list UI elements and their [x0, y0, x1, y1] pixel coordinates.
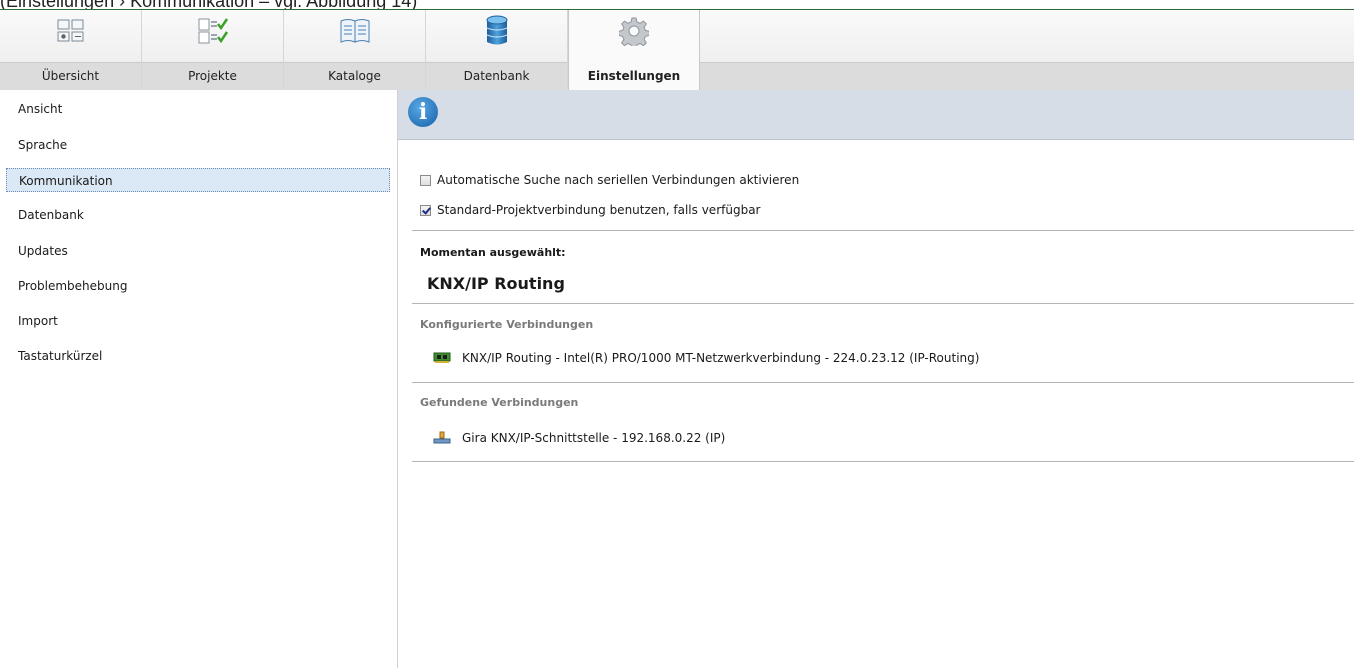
tab-label: Kataloge — [328, 69, 381, 83]
current-connection-value: KNX/IP Routing — [427, 274, 565, 293]
main-toolbar: Übersicht Projekte Kataloge Datenbank Ei… — [0, 10, 1354, 91]
option-label: Standard-Projektverbindung benutzen, fal… — [437, 203, 761, 217]
option-label: Automatische Suche nach seriellen Verbin… — [437, 173, 800, 187]
configured-connection-item[interactable]: KNX/IP Routing - Intel(R) PRO/1000 MT-Ne… — [432, 348, 979, 368]
divider — [412, 461, 1354, 462]
connection-label: Gira KNX/IP-Schnittstelle - 192.168.0.22… — [462, 431, 726, 445]
gear-icon — [619, 17, 649, 46]
found-connection-item[interactable]: Gira KNX/IP-Schnittstelle - 192.168.0.22… — [432, 428, 725, 448]
overview-icon — [57, 19, 83, 42]
tab-uebersicht[interactable]: Übersicht — [0, 10, 142, 90]
catalog-book-icon — [340, 19, 369, 43]
caption-text: (Einstellungen › Kommunikation – vgl. Ab… — [0, 0, 417, 9]
sidebar-item-ansicht[interactable]: Ansicht — [6, 97, 390, 121]
checkbox-default-project-connection[interactable] — [420, 204, 431, 216]
current-connection-heading: Momentan ausgewählt: — [420, 246, 566, 259]
tab-einstellungen[interactable]: Einstellungen — [568, 10, 700, 91]
divider — [412, 382, 1354, 383]
configured-connections-title: Konfigurierte Verbindungen — [420, 318, 594, 331]
settings-sidebar: Ansicht Sprache Kommunikation Datenbank … — [0, 90, 398, 668]
sidebar-item-kommunikation[interactable]: Kommunikation — [6, 168, 390, 192]
found-connections-title: Gefundene Verbindungen — [420, 396, 579, 409]
divider — [412, 230, 1354, 231]
option-default-project-connection[interactable]: Standard-Projektverbindung benutzen, fal… — [420, 200, 760, 220]
projects-icon — [198, 18, 228, 44]
sidebar-item-updates[interactable]: Updates — [6, 239, 390, 263]
tab-projekte[interactable]: Projekte — [142, 10, 284, 90]
tab-kataloge[interactable]: Kataloge — [284, 10, 426, 90]
tab-label: Datenbank — [463, 69, 530, 83]
settings-content: i Automatische Suche nach seriellen Verb… — [398, 90, 1354, 668]
info-icon: i — [408, 97, 438, 127]
network-interface-icon — [433, 431, 451, 444]
network-card-icon — [433, 352, 451, 363]
checkbox-auto-serial-search[interactable] — [420, 174, 431, 186]
sidebar-item-datenbank[interactable]: Datenbank — [6, 203, 390, 227]
sidebar-item-import[interactable]: Import — [6, 309, 390, 333]
connection-label: KNX/IP Routing - Intel(R) PRO/1000 MT-Ne… — [462, 351, 980, 365]
document-caption: (Einstellungen › Kommunikation – vgl. Ab… — [0, 0, 1354, 9]
sidebar-item-sprache[interactable]: Sprache — [6, 133, 390, 157]
option-auto-serial-search[interactable]: Automatische Suche nach seriellen Verbin… — [420, 170, 799, 190]
tab-label: Einstellungen — [587, 69, 681, 83]
tab-label: Übersicht — [41, 69, 100, 83]
sidebar-item-problembehebung[interactable]: Problembehebung — [6, 274, 390, 298]
sidebar-item-tastaturkuerzel[interactable]: Tastaturkürzel — [6, 344, 390, 368]
database-icon — [486, 15, 507, 45]
divider — [412, 303, 1354, 304]
tab-datenbank[interactable]: Datenbank — [426, 10, 568, 90]
tab-label: Projekte — [188, 69, 237, 83]
info-bar: i — [398, 90, 1354, 140]
